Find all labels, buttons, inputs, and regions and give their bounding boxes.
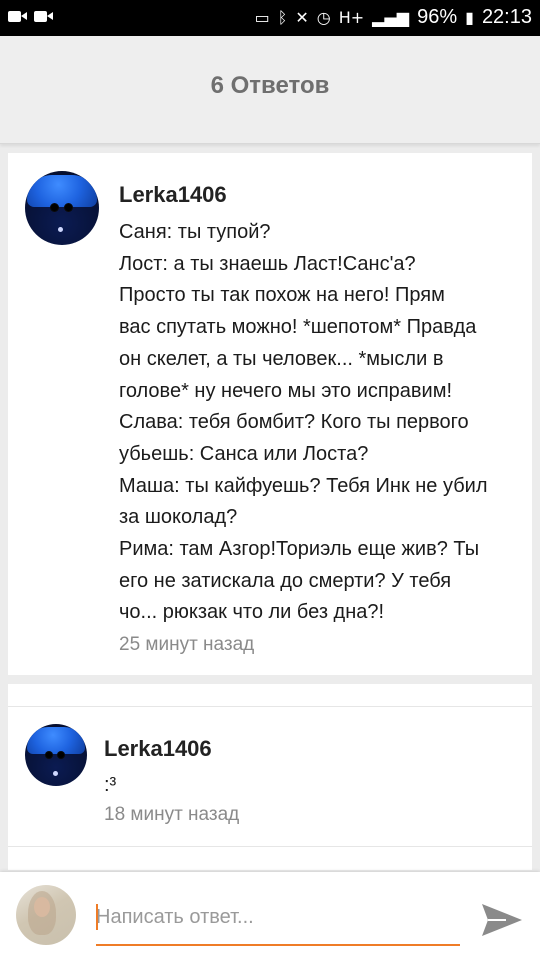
battery-icon: ▮ (465, 8, 474, 27)
video-camera-icon (34, 8, 54, 24)
reply-input[interactable] (96, 894, 460, 940)
comment-line: голове* ну нечего мы это исправим! (119, 379, 453, 402)
signal-icon: ▂▄▆ (372, 8, 410, 27)
comment-timestamp: 25 минут назад (119, 634, 255, 655)
comment-line: Лост: а ты знаешь Ласт!Санс'а? (119, 252, 416, 275)
comment-line: чо... рюкзак что ли без дна?! (119, 601, 385, 624)
comment-line: вас спутать можно! *шепотом* Правда (119, 316, 477, 339)
status-right: ▭ ᛒ ✕ ◷ H+ ▂▄▆ 96% ▮ 22:13 (255, 6, 532, 29)
comment-line: Саня: ты тупой? (119, 221, 271, 243)
comment-author[interactable]: Lerka1406 (104, 736, 212, 762)
comment-line: Рима: там Азгор!Ториэль еще жив? Ты (119, 538, 480, 561)
comment-line: Просто ты так похож на него! Прям (119, 284, 445, 307)
battery-percent: 96% (417, 6, 458, 28)
status-left-icons (8, 8, 54, 24)
comment-line: Маша: ты кайфуешь? Тебя Инк не убил (119, 474, 488, 497)
comment-text: Саня: ты тупой? Лост: а ты знаешь Ласт!С… (119, 217, 524, 629)
divider (8, 846, 532, 847)
comment-card[interactable]: Lerka1406 Саня: ты тупой? Лост: а ты зна… (8, 153, 532, 675)
reply-composer (0, 872, 540, 960)
alarm-icon: ◷ (316, 8, 331, 27)
avatar[interactable] (25, 724, 87, 786)
status-bar: ▭ ᛒ ✕ ◷ H+ ▂▄▆ 96% ▮ 22:13 (0, 0, 540, 36)
comment-text: :³ (104, 774, 117, 796)
avatar-eye (58, 752, 64, 758)
divider (8, 706, 532, 707)
comment-line: его не затискала до смерти? У тебя (119, 569, 452, 592)
avatar-face (34, 897, 50, 917)
page-title: 6 Ответов (210, 72, 330, 99)
reply-input-wrapper (96, 894, 460, 946)
bluetooth-icon: ᛒ (277, 8, 288, 27)
avatar-eye (46, 752, 52, 758)
cast-icon: ▭ (254, 8, 270, 27)
avatar-detail (53, 771, 58, 776)
send-icon[interactable] (480, 900, 524, 940)
avatar-hat (27, 727, 85, 754)
comment-line: за шоколад? (119, 506, 238, 529)
camera-icon (8, 8, 28, 24)
network-type-label: H+ (338, 8, 365, 27)
my-avatar[interactable] (16, 885, 76, 945)
avatar-eye (65, 204, 72, 211)
mute-icon: ✕ (295, 8, 309, 27)
avatar[interactable] (25, 171, 99, 245)
comment-line: убьешь: Санса или Лоста? (119, 442, 369, 465)
avatar-eye (51, 204, 58, 211)
comment-line: Слава: тебя бомбит? Кого ты первого (119, 411, 469, 434)
avatar-detail (58, 227, 63, 232)
app-header: 6 Ответов (0, 36, 540, 144)
comment-timestamp: 18 минут назад (104, 804, 240, 825)
clock: 22:13 (481, 6, 532, 28)
comment-line: он скелет, а ты человек... *мысли в (119, 347, 444, 370)
comment-card[interactable]: Lerka1406 :³ 18 минут назад (8, 684, 532, 870)
comment-author[interactable]: Lerka1406 (119, 182, 227, 208)
text-cursor (96, 904, 98, 930)
avatar-hat (27, 175, 97, 207)
